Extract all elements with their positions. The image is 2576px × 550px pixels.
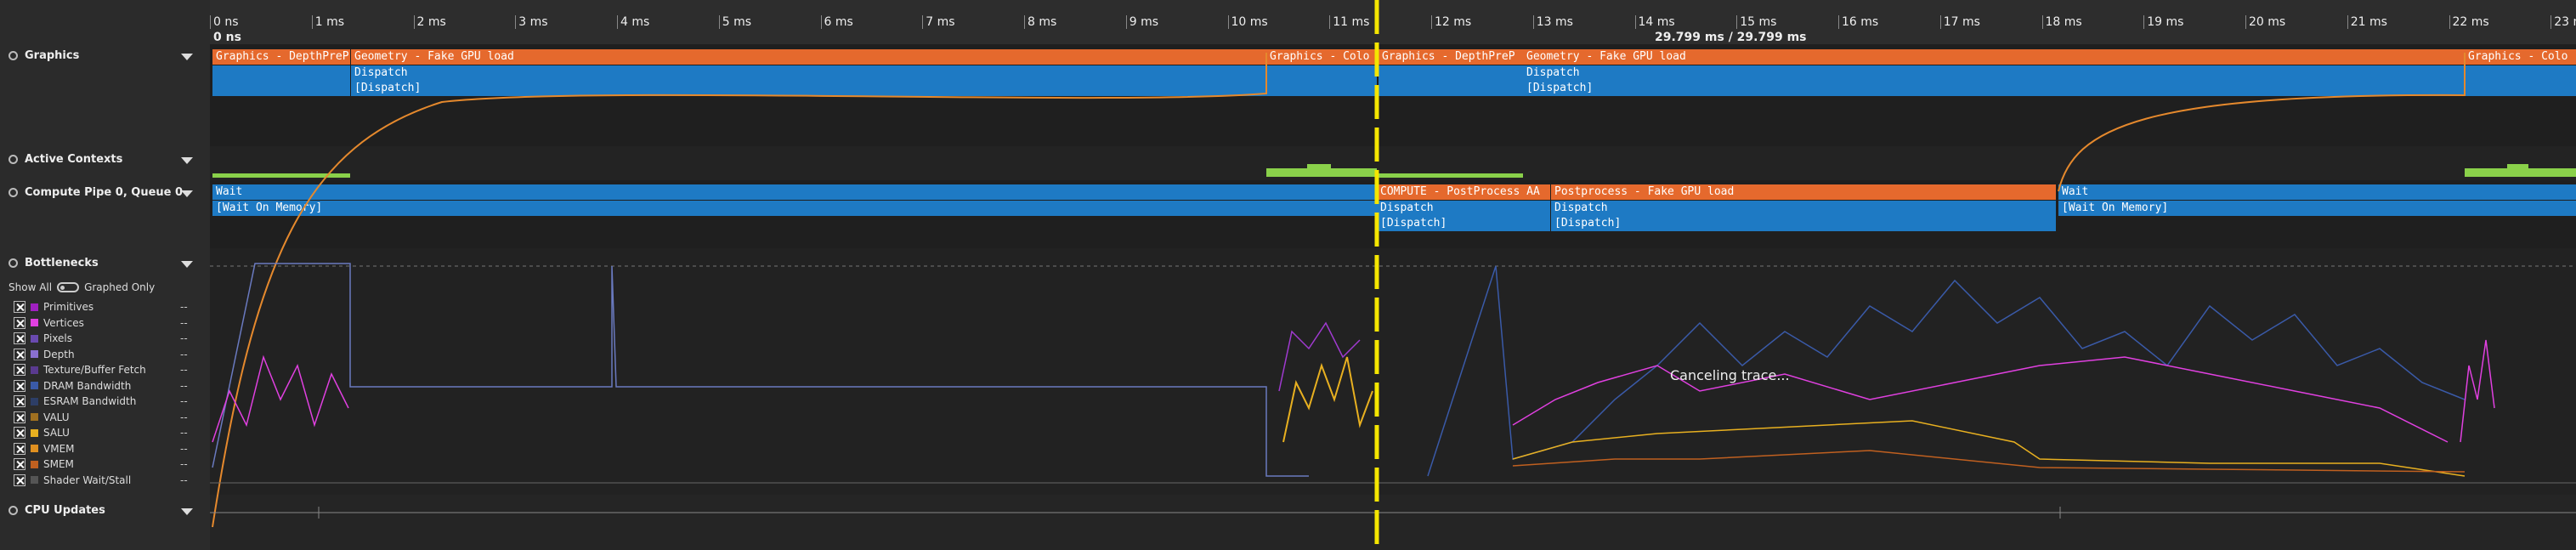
series-line-depth xyxy=(2460,339,2495,443)
canceling-trace-status: Canceling trace... xyxy=(1670,367,1790,383)
active-context-bar xyxy=(1266,164,1377,177)
series-line-vertices xyxy=(1512,356,2449,443)
series-line-dram xyxy=(212,263,1309,477)
series-line-valu xyxy=(1282,356,1373,443)
series-line-esram xyxy=(1427,265,2466,477)
series-line-salu xyxy=(1512,420,2466,477)
series-line-smem xyxy=(1512,450,2466,473)
active-context-bar xyxy=(1379,173,1523,178)
dependency-curve xyxy=(2058,53,2466,192)
dependency-curve xyxy=(212,53,1267,528)
timeline-overlay xyxy=(210,0,2576,550)
active-context-bar xyxy=(2465,164,2576,177)
